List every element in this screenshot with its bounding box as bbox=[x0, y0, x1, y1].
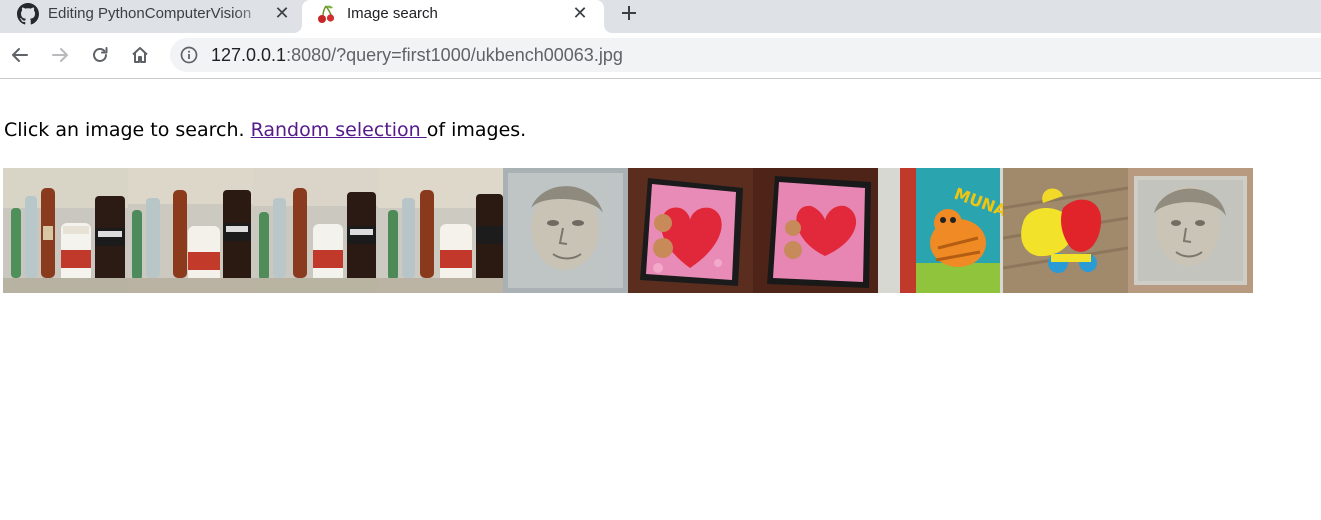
thumbnail-row: MUNA bbox=[3, 168, 1253, 293]
thumbnail-image[interactable] bbox=[1128, 168, 1253, 293]
home-button[interactable] bbox=[128, 43, 152, 67]
info-icon[interactable] bbox=[180, 46, 198, 64]
thumbnail-image[interactable] bbox=[3, 168, 128, 293]
toy-duck-thumbnail bbox=[1003, 168, 1128, 293]
tab-strip: Editing PythonComputerVision ✕ Image sea… bbox=[0, 0, 1321, 33]
thumbnail-image[interactable] bbox=[1003, 168, 1128, 293]
back-button[interactable] bbox=[8, 43, 32, 67]
plus-icon bbox=[622, 6, 636, 20]
close-icon[interactable]: ✕ bbox=[570, 3, 590, 24]
intro-text: Click an image to search. Random selecti… bbox=[4, 118, 526, 142]
github-icon bbox=[17, 3, 39, 25]
portrait-drawing-thumbnail bbox=[1128, 168, 1253, 293]
portrait-drawing-thumbnail bbox=[503, 168, 628, 293]
thumbnail-image[interactable] bbox=[253, 168, 378, 293]
heart-card-thumbnail bbox=[628, 168, 753, 293]
bottles-and-jars-thumbnail bbox=[3, 168, 128, 293]
tab-editing[interactable]: Editing PythonComputerVision ✕ bbox=[0, 0, 302, 33]
forward-button[interactable] bbox=[48, 43, 72, 67]
new-tab-button[interactable] bbox=[617, 1, 641, 25]
url-path: :8080/?query=first1000/ukbench00063.jpg bbox=[286, 45, 623, 65]
reload-button[interactable] bbox=[88, 43, 112, 67]
thumbnail-image[interactable] bbox=[628, 168, 753, 293]
cherry-icon bbox=[318, 5, 335, 23]
heart-card-thumbnail bbox=[753, 168, 878, 293]
arrow-left-icon bbox=[12, 48, 28, 62]
tab-title: Editing PythonComputerVision bbox=[48, 5, 252, 22]
cat-book-thumbnail: MUNA bbox=[878, 168, 1003, 293]
arrow-right-icon bbox=[52, 48, 68, 62]
home-icon bbox=[132, 47, 148, 63]
random-selection-link[interactable]: Random selection bbox=[251, 119, 427, 141]
browser-toolbar: 127.0.0.1:8080/?query=first1000/ukbench0… bbox=[0, 33, 1321, 79]
page-content: Click an image to search. Random selecti… bbox=[0, 80, 1321, 520]
thumbnail-image[interactable] bbox=[503, 168, 628, 293]
reload-icon bbox=[93, 47, 108, 62]
tab-title: Image search bbox=[347, 5, 438, 22]
bottles-and-jars-thumbnail bbox=[253, 168, 378, 293]
close-icon[interactable]: ✕ bbox=[272, 3, 292, 24]
thumbnail-image[interactable]: MUNA bbox=[878, 168, 1003, 293]
url-text[interactable]: 127.0.0.1:8080/?query=first1000/ukbench0… bbox=[211, 45, 623, 65]
address-bar[interactable]: 127.0.0.1:8080/?query=first1000/ukbench0… bbox=[170, 38, 1321, 72]
thumbnail-image[interactable] bbox=[378, 168, 503, 293]
bottles-and-jars-thumbnail bbox=[128, 168, 253, 293]
thumbnail-image[interactable] bbox=[128, 168, 253, 293]
tab-image-search[interactable]: Image search ✕ bbox=[302, 0, 604, 33]
intro-after: of images. bbox=[426, 119, 527, 141]
url-host: 127.0.0.1 bbox=[211, 45, 287, 65]
thumbnail-image[interactable] bbox=[753, 168, 878, 293]
intro-before: Click an image to search. bbox=[4, 119, 251, 141]
bottles-and-jars-thumbnail bbox=[378, 168, 503, 293]
